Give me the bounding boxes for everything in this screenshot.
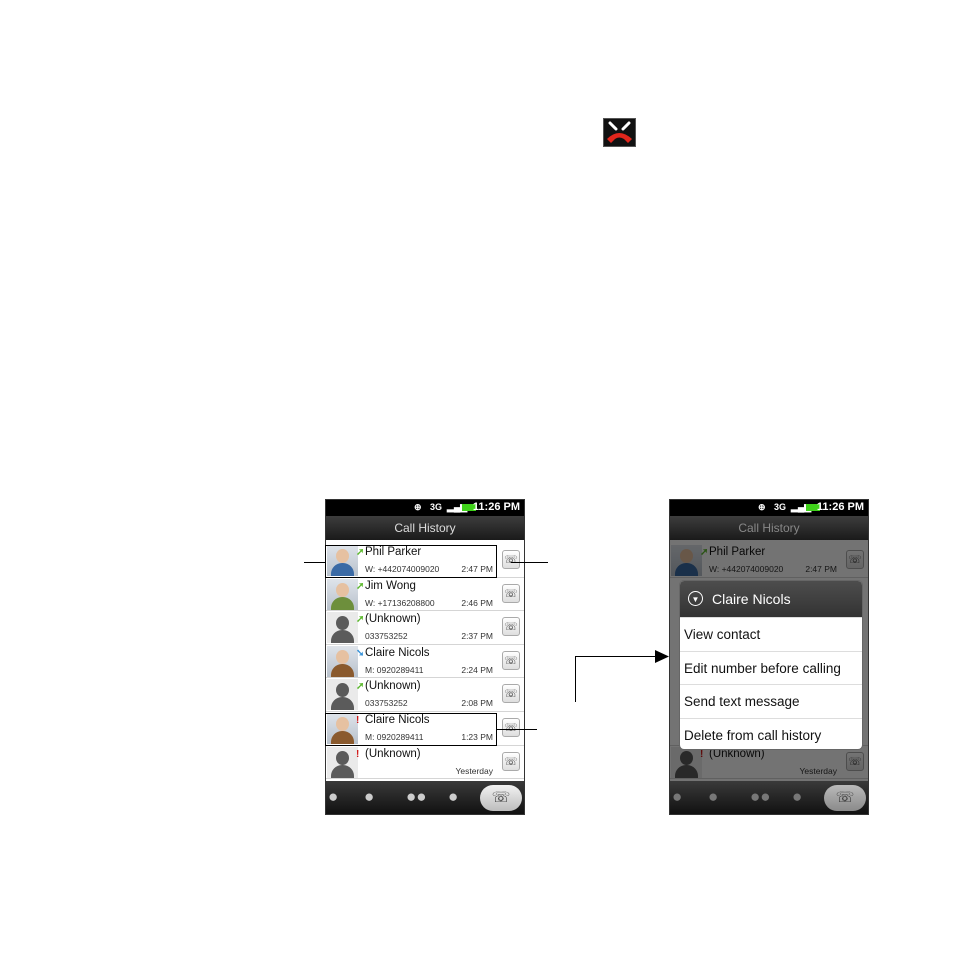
page-title: Call History — [670, 516, 868, 540]
outgoing-call-icon: ➚ — [356, 681, 365, 693]
context-menu-header: ▼ Claire Nicols — [680, 581, 862, 617]
call-time: 2:24 PM — [461, 664, 493, 675]
call-history-screen: ⊕ 3G ▂▄▆ 11:26 PM Call History ➚ Phil Pa… — [325, 499, 525, 815]
contact-name: (Unknown) — [365, 747, 421, 760]
call-time: 1:23 PM — [461, 731, 493, 742]
menu-item-delete[interactable]: Delete from call history — [680, 717, 862, 750]
tab-groups[interactable]: ●● — [406, 787, 427, 807]
gps-icon: ⊕ — [414, 502, 422, 512]
contact-name: Claire Nicols — [365, 646, 430, 659]
contact-photo — [327, 645, 358, 677]
tab-call-history[interactable]: ☏ — [480, 785, 522, 811]
contact-photo — [327, 578, 358, 610]
call-history-row[interactable]: ➚ (Unknown) 033753252 2:08 PM ☏ — [326, 678, 524, 712]
call-time: 2:08 PM — [461, 698, 493, 709]
call-history-row[interactable]: ! (Unknown) Yesterday ☏ — [326, 745, 524, 780]
chevron-down-icon: ▼ — [688, 591, 703, 606]
contact-photo — [327, 712, 358, 744]
contact-number: W: +442074009020 — [365, 564, 440, 574]
network-type: 3G — [774, 502, 787, 512]
tab-online-directory[interactable]: ● — [792, 787, 802, 807]
context-menu-title: Claire Nicols — [712, 591, 791, 607]
contact-number: M: 0920289411 — [365, 664, 424, 675]
end-call-icon — [603, 118, 636, 147]
contact-name: (Unknown) — [365, 613, 421, 626]
unknown-contact-icon — [327, 679, 358, 711]
call-history-row[interactable]: ! Claire Nicols M: 0920289411 1:23 PM ☏ — [326, 711, 524, 746]
contact-name: (Unknown) — [365, 680, 421, 693]
call-history-menu-screen: ⊕ 3G ▂▄▆ 11:26 PM Call History ➚ Phil Pa… — [669, 499, 869, 815]
call-history-row[interactable]: ➘ Claire Nicols M: 0920289411 2:24 PM ☏ — [326, 644, 524, 679]
callout-line — [575, 656, 659, 657]
tab-favorites[interactable]: ● — [364, 787, 374, 807]
bottom-tab-bar: ● ● ●● ● ☏ — [326, 781, 524, 814]
call-icon[interactable]: ☏ — [502, 617, 520, 637]
menu-item-send-text[interactable]: Send text message — [680, 684, 862, 718]
contact-photo — [327, 545, 358, 576]
tab-groups[interactable]: ●● — [750, 787, 771, 807]
callout-line — [497, 729, 537, 730]
status-bar: ⊕ 3G ▂▄▆ 11:26 PM — [670, 500, 868, 516]
call-time: 2:46 PM — [461, 597, 493, 608]
call-icon[interactable]: ☏ — [502, 684, 520, 704]
missed-call-icon: ! — [356, 714, 360, 726]
contact-number: 033753252 — [365, 698, 408, 709]
tab-call-history[interactable]: ☏ — [824, 785, 866, 811]
outgoing-call-icon: ➚ — [356, 580, 365, 592]
menu-item-edit-number[interactable]: Edit number before calling — [680, 650, 862, 685]
page-title: Call History — [326, 516, 524, 540]
tab-contacts[interactable]: ● — [328, 787, 338, 807]
call-icon[interactable]: ☏ — [502, 550, 520, 569]
gps-icon: ⊕ — [758, 502, 766, 512]
arrowhead-icon — [655, 650, 669, 663]
call-time: 2:47 PM — [461, 564, 493, 574]
call-time: 2:37 PM — [461, 631, 493, 642]
call-history-list: ➚ Phil Parker W: +442074009020 2:47 PM ☏… — [326, 544, 524, 780]
call-time: Yesterday — [455, 765, 494, 776]
contact-number: W: +17136208800 — [365, 597, 435, 608]
tab-contacts[interactable]: ● — [672, 787, 682, 807]
call-history-row[interactable]: ➚ (Unknown) 033753252 2:37 PM ☏ — [326, 611, 524, 645]
outgoing-call-icon: ➚ — [356, 547, 365, 558]
tab-online-directory[interactable]: ● — [448, 787, 458, 807]
call-icon[interactable]: ☏ — [502, 717, 520, 737]
outgoing-call-icon: ➚ — [356, 614, 365, 626]
status-bar: ⊕ 3G ▂▄▆ 11:26 PM — [326, 500, 524, 516]
call-history-row[interactable]: ➚ Phil Parker W: +442074009020 2:47 PM ☏ — [326, 544, 524, 578]
status-time: 11:26 PM — [816, 501, 864, 513]
callout-line — [511, 562, 548, 563]
network-type: 3G — [430, 502, 443, 512]
contact-name: Jim Wong — [365, 579, 416, 592]
callout-line — [304, 562, 325, 563]
contact-name: Phil Parker — [365, 546, 422, 558]
bottom-tab-bar: ● ● ●● ● ☏ — [670, 781, 868, 814]
callout-line — [575, 656, 576, 702]
tab-favorites[interactable]: ● — [708, 787, 718, 807]
incoming-call-icon: ➘ — [356, 647, 365, 659]
unknown-contact-icon — [327, 746, 358, 778]
contact-name: Claire Nicols — [365, 713, 430, 726]
contact-number: M: 0920289411 — [365, 731, 424, 742]
contact-number: 033753252 — [365, 631, 408, 642]
call-icon[interactable]: ☏ — [502, 650, 520, 670]
call-icon[interactable]: ☏ — [502, 583, 520, 603]
call-icon[interactable]: ☏ — [502, 751, 520, 771]
menu-item-view-contact[interactable]: View contact — [680, 617, 862, 651]
status-time: 11:26 PM — [472, 501, 520, 513]
context-menu: ▼ Claire Nicols View contact Edit number… — [679, 580, 863, 750]
missed-call-icon: ! — [356, 748, 360, 760]
call-history-row[interactable]: ➚ Jim Wong W: +17136208800 2:46 PM ☏ — [326, 577, 524, 612]
unknown-contact-icon — [327, 612, 358, 644]
